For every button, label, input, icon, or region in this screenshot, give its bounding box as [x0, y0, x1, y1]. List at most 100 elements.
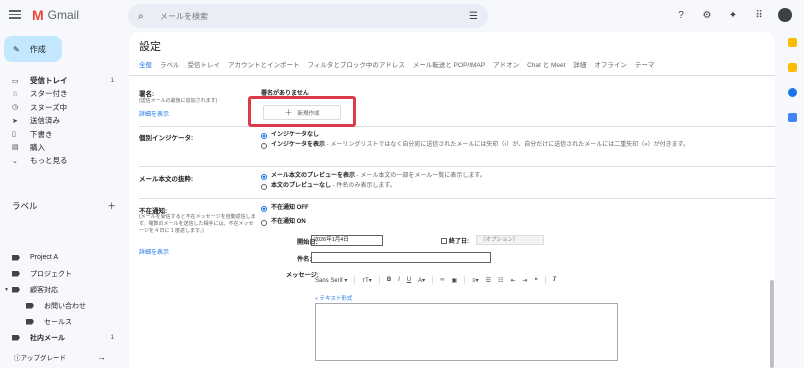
image-icon[interactable]: ▣ [451, 277, 457, 284]
sidebar-item-inbox[interactable]: ▭ 受信トレイ 1 [0, 74, 124, 87]
underline-icon[interactable]: U [407, 277, 411, 283]
start-date-input[interactable]: 2026年1月4日 [311, 235, 383, 246]
subject-input[interactable] [311, 252, 491, 263]
label-icon [12, 270, 20, 277]
calendar-icon[interactable] [787, 38, 797, 47]
gemini-icon[interactable]: ✦ [726, 10, 740, 21]
search-input[interactable] [160, 11, 470, 21]
vacation-on-option[interactable]: 不在通知 ON [261, 219, 306, 226]
text-size-icon[interactable]: тT▾ [362, 277, 371, 284]
main-menu-icon[interactable] [9, 8, 21, 20]
snippets-none-option[interactable]: 本文のプレビューなし - 件名のみ表示します。 [261, 183, 396, 190]
vacation-note: (メールを受信すると不在メッセージを自動返信します。複数のメールを送信した相手に… [139, 214, 256, 234]
gmail-logo[interactable]: M Gmail [32, 8, 79, 22]
toolbar-divider [354, 276, 356, 284]
radio-selected[interactable] [261, 132, 267, 139]
checkbox[interactable] [441, 237, 447, 244]
sidebar-item-drafts[interactable]: ▯ 下書き [0, 128, 124, 141]
chevron-down-icon: ⌄ [12, 157, 18, 165]
quote-icon[interactable]: ❝ [535, 277, 538, 284]
settings-icon[interactable]: ⚙ [700, 10, 714, 21]
italic-icon[interactable]: I [398, 277, 400, 283]
message-label: メッセージ: [286, 272, 319, 279]
vacation-off-option[interactable]: 不在通知 OFF [261, 205, 309, 212]
sidebar-item-snoozed[interactable]: ◷ スヌーズ中 [0, 101, 124, 114]
cart-icon: ▤ [12, 144, 19, 152]
help-icon[interactable]: ? [674, 10, 688, 21]
label-item-project-a[interactable]: Project A [0, 250, 124, 265]
indicator-show-option[interactable]: インジケータを表示 - メーリングリストではなく自分宛に送信されたメールには矢印… [261, 142, 751, 149]
tab-advanced[interactable]: 詳細 [573, 59, 586, 69]
bulleted-list-icon[interactable]: ☷ [498, 277, 503, 284]
font-select[interactable]: Sans Serif ▾ [315, 277, 347, 284]
radio-unselected[interactable] [261, 183, 267, 190]
sidebar-item-more[interactable]: ⌄ もっと見る [0, 154, 124, 167]
indent-less-icon[interactable]: ⇤ [510, 277, 515, 284]
tasks-icon[interactable] [787, 88, 797, 97]
tab-filters[interactable]: フィルタとブロック中のアドレス [308, 59, 405, 69]
radio-unselected[interactable] [261, 219, 267, 226]
tab-offline[interactable]: オフライン [594, 59, 627, 69]
message-editor[interactable] [315, 303, 618, 361]
label-list: Project A プロジェクト ▼ 顧客対応 お問い合わせ セールス 社内メー… [0, 250, 124, 346]
label-icon [12, 334, 20, 341]
signature-learn-more-link[interactable]: 詳細を表示 [139, 109, 169, 118]
text-color-icon[interactable]: A▾ [418, 277, 425, 284]
avatar[interactable] [778, 8, 792, 22]
end-date-input[interactable]: （オプション） [476, 235, 544, 245]
tab-accounts[interactable]: アカウントとインポート [228, 59, 300, 69]
sidebar-item-starred[interactable]: ☆ スター付き [0, 87, 124, 100]
snippets-show-option[interactable]: メール本文のプレビューを表示 - メール本文の一部をメール一覧に表示します。 [261, 173, 486, 180]
upgrade-button[interactable]: ⓘ アップグレード → [8, 348, 112, 366]
bold-icon[interactable]: B [387, 277, 391, 283]
link-icon[interactable]: ∞ [440, 277, 444, 283]
add-label-icon[interactable]: ＋ [107, 200, 116, 212]
settings-tabs: 全般 ラベル 受信トレイ アカウントとインポート フィルタとブロック中のアドレス… [139, 57, 654, 71]
toolbar-divider [464, 276, 466, 284]
divider [139, 198, 775, 199]
highlight-box [248, 96, 356, 127]
divider [129, 75, 775, 76]
tab-addons[interactable]: アドオン [493, 59, 519, 69]
scrollbar[interactable] [770, 280, 774, 368]
apps-icon[interactable]: ⠿ [752, 10, 766, 21]
align-icon[interactable]: ≡▾ [472, 277, 479, 284]
expand-caret-icon[interactable]: ▼ [4, 287, 9, 293]
compose-button[interactable]: ✎ 作成 [4, 36, 62, 62]
plain-text-link[interactable]: « テキスト形式 [315, 294, 352, 302]
sidebar-item-sent[interactable]: ➤ 送信済み [0, 114, 124, 127]
signature-label: 署名: [139, 91, 155, 98]
contacts-icon[interactable] [787, 113, 797, 122]
end-date-checkbox[interactable]: 終了日: [441, 236, 469, 245]
tab-general[interactable]: 全般 [139, 59, 152, 69]
tab-chat-meet[interactable]: Chat と Meet [527, 59, 565, 69]
numbered-list-icon[interactable]: ☰ [486, 277, 491, 284]
settings-panel: 設定 全般 ラベル 受信トレイ アカウントとインポート フィルタとブロック中のア… [129, 32, 775, 368]
arrow-right-icon: → [97, 352, 106, 362]
keep-icon[interactable] [787, 63, 797, 72]
label-item-project[interactable]: プロジェクト [0, 266, 124, 281]
sidebar: ✎ 作成 ▭ 受信トレイ 1 ☆ スター付き ◷ スヌーズ中 ➤ 送信済み ▯ … [0, 32, 124, 368]
radio-unselected[interactable] [261, 142, 267, 149]
tab-labels[interactable]: ラベル [160, 59, 180, 69]
search-options-icon[interactable]: ☰ [469, 11, 478, 22]
label-item-internal-mail[interactable]: 社内メール 1 [0, 330, 124, 345]
label-item-sales[interactable]: セールス [0, 314, 124, 329]
label-item-customer-support[interactable]: ▼ 顧客対応 [0, 282, 124, 297]
tab-forwarding[interactable]: メール転送と POP/IMAP [413, 59, 485, 69]
tab-inbox[interactable]: 受信トレイ [188, 59, 221, 69]
radio-selected[interactable] [261, 205, 267, 212]
gmail-m-icon: M [32, 7, 44, 23]
label-item-inquiries[interactable]: お問い合わせ [0, 298, 124, 313]
vacation-learn-more-link[interactable]: 詳細を表示 [139, 247, 169, 256]
radio-selected[interactable] [261, 173, 267, 180]
toolbar-divider [378, 276, 380, 284]
indent-more-icon[interactable]: ⇥ [522, 277, 527, 284]
search-bar[interactable]: ⌕ ☰ [128, 4, 488, 28]
snippets-label: メール本文の抜粋: [139, 176, 194, 183]
tab-themes[interactable]: テーマ [635, 59, 655, 69]
remove-formatting-icon[interactable]: Ⱦ [553, 277, 557, 283]
sidebar-item-purchases[interactable]: ▤ 購入 [0, 141, 124, 154]
indicator-none-option[interactable]: インジケータなし [261, 132, 319, 139]
search-icon[interactable]: ⌕ [138, 11, 152, 22]
